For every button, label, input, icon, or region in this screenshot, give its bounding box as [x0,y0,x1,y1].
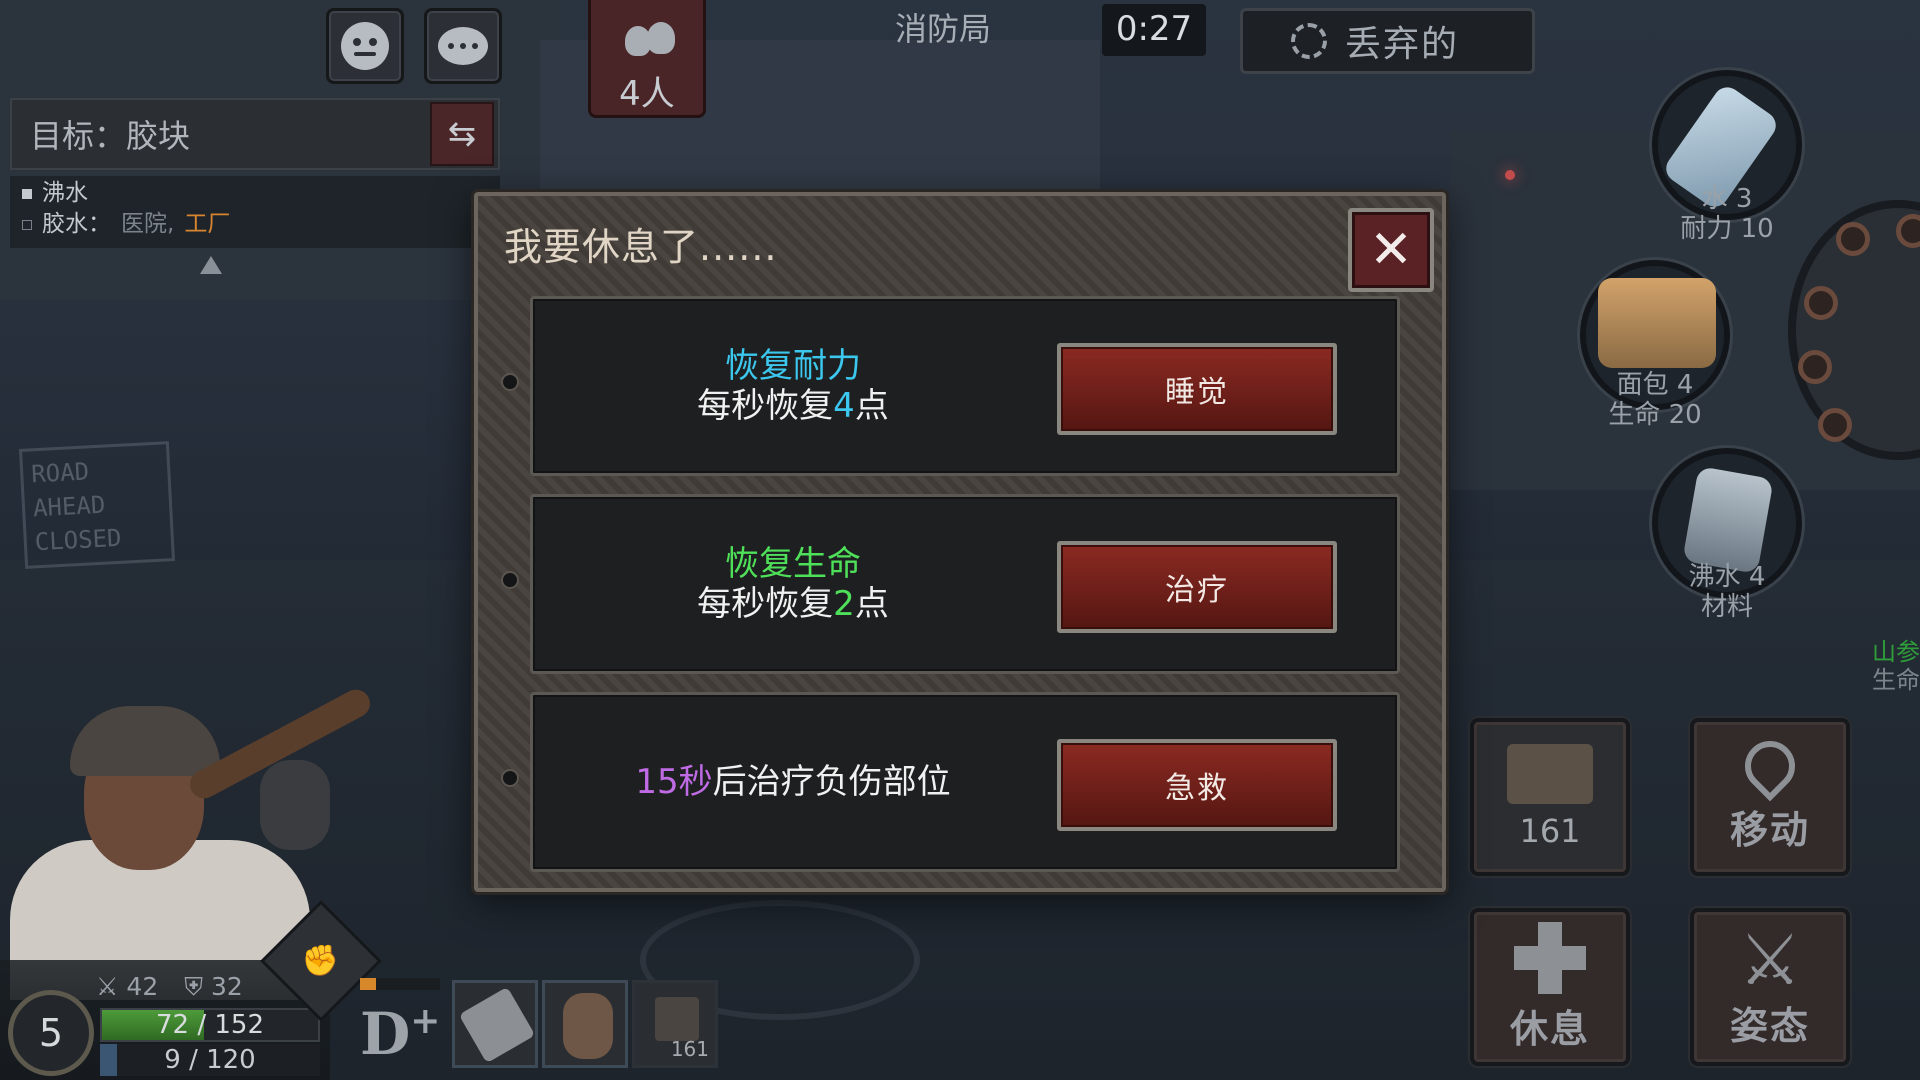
inventory-item-ginseng[interactable]: 山参 生命 [1860,638,1920,694]
rest-option-stamina: 恢复耐力 每秒恢复4点 睡觉 [501,296,1400,476]
bread-icon [1598,278,1716,368]
red-light [1505,170,1515,180]
move-button[interactable]: 移动 [1690,718,1850,876]
option-rate: 每秒恢复4点 [697,386,889,426]
move-label: 移动 [1729,807,1810,852]
dialog-title: 我要休息了...... [504,225,778,269]
rivet [501,769,519,787]
bag-icon [655,997,699,1041]
shield-icon: ⛨ [184,972,203,1001]
road-closed-sign: ROAD AHEAD CLOSED [18,441,176,569]
bag-count: 161 [1519,812,1581,850]
rivet [501,373,519,391]
objective-list: 沸水 胶水： 医院, 工厂 [10,176,500,248]
rest-option-health: 恢复生命 每秒恢复2点 治疗 [501,494,1400,674]
option-description: 15秒后治疗负伤部位 [635,762,951,802]
stance-label: 姿态 [1729,1003,1810,1048]
chat-button[interactable] [424,8,502,84]
smiley-face-icon [341,22,389,70]
discard-label: 丢弃的 [1345,24,1460,65]
quick-slot-ally[interactable] [542,980,628,1068]
level-badge: 5 [8,990,94,1076]
medical-cross-icon [1514,921,1586,994]
rank-badge: D+ [360,1000,441,1068]
rest-option-first-aid: 15秒后治疗负伤部位 急救 [501,692,1400,872]
objective-label: 目标：胶块 [30,117,191,155]
chat-bubble-icon [438,27,488,65]
sleep-button[interactable]: 睡觉 [1057,343,1337,435]
option-title: 恢复耐力 [725,346,861,386]
option-rate: 每秒恢复2点 [697,584,889,624]
bag-icon [1507,744,1593,804]
defense-stat: ⛨ 32 [184,972,243,1001]
heal-button[interactable]: 治疗 [1057,541,1337,633]
rank-progress-bar [360,978,440,990]
location-name: 消防局 [895,10,992,48]
checkbox-empty-icon [22,219,32,230]
rest-dialog: 我要休息了...... ✕ 恢复耐力 每秒恢复4点 睡觉 恢复生命 每秒恢复2点… [474,192,1446,892]
stance-button[interactable]: ⚔ 姿态 [1690,908,1850,1066]
close-button[interactable]: ✕ [1348,208,1434,292]
players-count: 4人 [619,74,675,114]
attack-stat: ⚔ 42 [96,972,159,1001]
quick-slot-weapon[interactable] [452,980,538,1068]
quick-slot-bag[interactable]: 161 [632,980,718,1068]
experience-bar: 9 / 120 [100,1044,320,1076]
character-icon [563,993,613,1059]
checkbox-checked-icon [22,188,32,199]
inventory-item-bread[interactable]: 面包 4 生命 20 [1580,260,1730,430]
inventory-item-water[interactable]: 水 3 耐力 10 [1652,70,1802,244]
collapse-arrow-icon[interactable] [200,256,222,274]
rest-button[interactable]: 休息 [1470,908,1630,1066]
fist-icon: ✊ [302,943,340,979]
close-icon: ✕ [1369,220,1413,280]
switch-objective-button[interactable]: ⇆ [430,102,494,166]
objective-item: 胶水： 医院, 工厂 [22,209,488,240]
emote-button[interactable] [326,8,404,84]
objective-item: 沸水 [22,178,488,209]
hammer-icon [458,986,536,1064]
timer: 0:27 [1102,4,1206,56]
objective-bar: 目标：胶块 ⇆ [10,98,500,170]
cup-icon [1682,466,1774,574]
first-aid-button[interactable]: 急救 [1057,739,1337,831]
combat-stats: ⚔ 42 ⛨ 32 [96,972,243,1002]
players-button[interactable]: 4人 [588,0,706,118]
crossed-swords-icon: ⚔ [96,972,119,1001]
map-pin-icon [1734,730,1806,801]
rivet [501,571,519,589]
crossed-swords-icon: ⚔ [1738,918,1802,1001]
rest-label: 休息 [1509,1006,1590,1051]
discard-button[interactable]: 丢弃的 [1240,8,1535,74]
option-title: 恢复生命 [725,544,861,584]
bag-button[interactable]: 161 [1470,718,1630,876]
health-bar: 72 / 152 [100,1008,320,1042]
inventory-item-boiled-water[interactable]: 沸水 4 材料 [1652,448,1802,622]
swap-arrows-icon: ⇆ [447,114,477,154]
recycle-icon [1291,23,1327,59]
